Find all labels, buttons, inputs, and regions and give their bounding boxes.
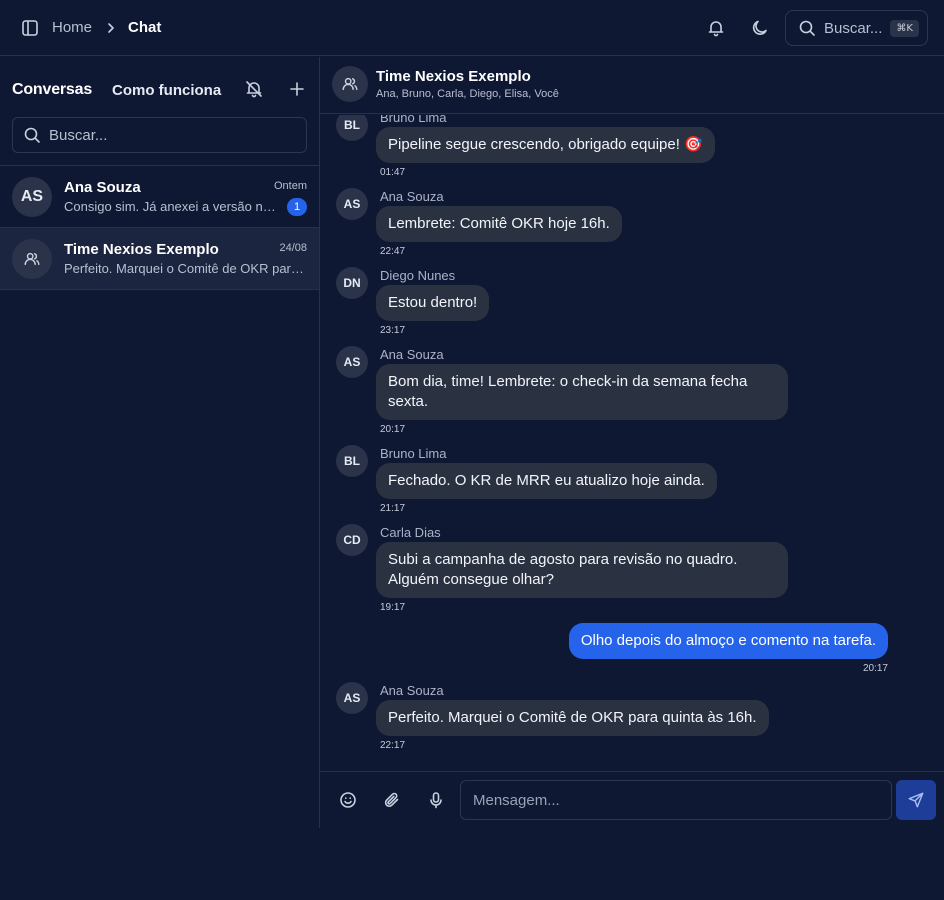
conversation-name: Ana Souza — [64, 179, 141, 196]
avatar: BL — [336, 115, 368, 141]
message-bubble: Lembrete: Comitê OKR hoje 16h. — [376, 206, 622, 242]
bell-icon[interactable] — [706, 18, 726, 38]
plus-icon[interactable] — [287, 79, 307, 99]
message-time: 23:17 — [380, 325, 406, 336]
users-icon — [342, 77, 358, 91]
tab-como-funciona[interactable]: Como funciona — [112, 82, 221, 99]
message-time: 20:17 — [862, 663, 888, 674]
users-icon — [24, 252, 40, 266]
global-search-label: Buscar... — [824, 19, 883, 37]
message-input[interactable] — [460, 780, 892, 820]
send-icon — [908, 792, 924, 808]
conversation-time: Ontem — [273, 180, 307, 192]
conversation-search-input[interactable] — [49, 126, 289, 144]
conversation-name: Time Nexios Exemplo — [64, 241, 219, 258]
message-bubble-own: Olho depois do almoço e comento na taref… — [568, 623, 888, 659]
conversation-search — [12, 117, 307, 153]
conversations-panel: Conversas Como funciona AS Ana Souza Ont… — [0, 57, 320, 828]
avatar: AS — [336, 682, 368, 714]
moon-icon[interactable] — [750, 18, 770, 38]
message-bubble: Perfeito. Marquei o Comitê de OKR para q… — [376, 700, 769, 736]
send-button[interactable] — [896, 780, 936, 820]
message-time: 19:17 — [380, 602, 406, 613]
conversation-preview: Consigo sim. Já anexei a versão nova no … — [64, 199, 278, 214]
tab-conversas[interactable]: Conversas — [12, 81, 92, 99]
message-bubble: Subi a campanha de agosto para revisão n… — [376, 542, 788, 598]
conversation-item[interactable]: AS Ana Souza Ontem Consigo sim. Já anexe… — [0, 166, 319, 228]
conversation-time: 24/08 — [279, 242, 307, 254]
message-time: 22:17 — [380, 740, 406, 751]
chat-title: Time Nexios Exemplo — [376, 68, 531, 85]
message-composer — [320, 771, 944, 828]
group-avatar — [332, 66, 368, 102]
chat-members: Ana, Bruno, Carla, Diego, Elisa, Você — [376, 88, 559, 100]
message-list: BL Bruno Lima Pipeline segue crescendo, … — [320, 115, 944, 771]
avatar: BL — [336, 445, 368, 477]
conversation-list: AS Ana Souza Ontem Consigo sim. Já anexe… — [0, 165, 319, 290]
avatar: AS — [12, 177, 52, 217]
message-sender: Ana Souza — [380, 683, 444, 698]
unread-badge: 1 — [287, 198, 307, 216]
group-avatar — [12, 239, 52, 279]
avatar: CD — [336, 524, 368, 556]
chat-header: Time Nexios Exemplo Ana, Bruno, Carla, D… — [320, 57, 944, 114]
message-sender: Ana Souza — [380, 347, 444, 362]
breadcrumb-current: Chat — [128, 19, 162, 36]
message-sender: Ana Souza — [380, 189, 444, 204]
message-bubble: Estou dentro! — [376, 285, 490, 321]
avatar: DN — [336, 267, 368, 299]
message-time: 01:47 — [380, 167, 406, 178]
search-icon — [798, 19, 816, 37]
microphone-icon[interactable] — [426, 790, 446, 810]
message-sender: Diego Nunes — [380, 268, 456, 283]
message-bubble: Pipeline segue crescendo, obrigado equip… — [376, 127, 715, 163]
message-sender: Carla Dias — [380, 525, 441, 540]
conversation-preview: Perfeito. Marquei o Comitê de OKR para q… — [64, 261, 308, 276]
message-sender: Bruno Lima — [380, 115, 447, 125]
search-icon — [23, 126, 41, 144]
shortcut-badge: ⌘K — [890, 19, 919, 37]
avatar: AS — [336, 346, 368, 378]
message-bubble: Bom dia, time! Lembrete: o check-in da s… — [376, 364, 788, 420]
message-time: 22:47 — [380, 246, 406, 257]
global-search-button[interactable]: Buscar... ⌘K — [785, 10, 928, 46]
message-time: 21:17 — [380, 503, 406, 514]
message-sender: Bruno Lima — [380, 446, 447, 461]
emoji-icon[interactable] — [338, 790, 358, 810]
conversation-item[interactable]: Time Nexios Exemplo 24/08 Perfeito. Marq… — [0, 228, 319, 290]
top-bar: Home Chat Buscar... ⌘K — [0, 0, 944, 56]
chevron-right-icon — [104, 19, 118, 37]
message-bubble: Fechado. O KR de MRR eu atualizo hoje ai… — [376, 463, 717, 499]
panel-tabs: Conversas Como funciona — [12, 81, 312, 101]
avatar: AS — [336, 188, 368, 220]
paperclip-icon[interactable] — [382, 790, 402, 810]
sidebar-toggle-icon[interactable] — [20, 18, 40, 38]
message-time: 20:17 — [380, 424, 406, 435]
bell-off-icon[interactable] — [244, 79, 264, 99]
breadcrumb-home[interactable]: Home — [52, 19, 92, 36]
